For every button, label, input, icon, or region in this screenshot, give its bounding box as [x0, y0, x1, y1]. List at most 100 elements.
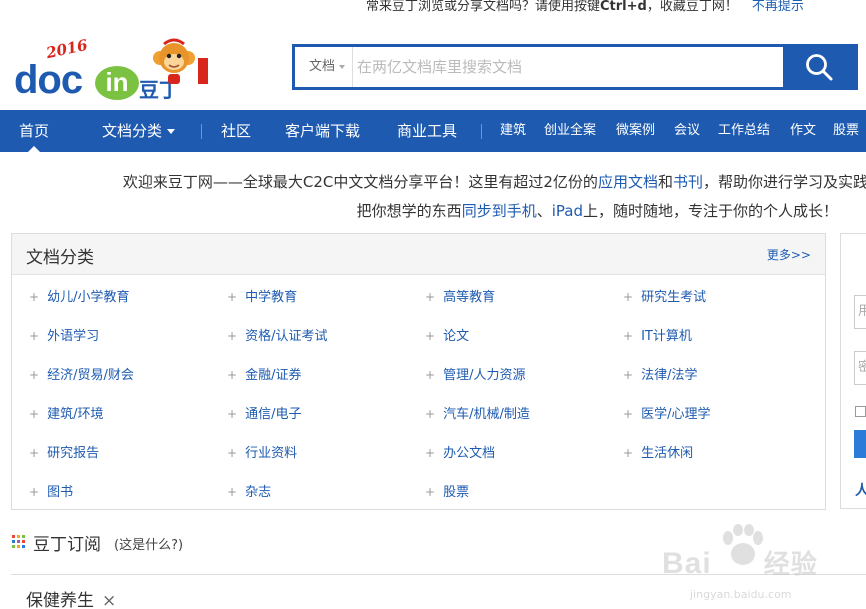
plus-icon: +	[29, 407, 40, 421]
search-button[interactable]	[783, 47, 855, 87]
category-item[interactable]: + 通信/电子	[227, 403, 301, 422]
category-item[interactable]: + 经济/贸易/财会	[29, 364, 134, 383]
watermark-url: jingyan.baidu.com	[690, 588, 792, 601]
nav-link-meeting[interactable]: 会议	[674, 110, 700, 152]
nav-link-startup[interactable]: 创业全案	[544, 110, 596, 152]
plus-icon: +	[29, 329, 40, 343]
login-panel: 用 密 人	[840, 233, 866, 509]
category-item[interactable]: + IT计算机	[623, 325, 692, 344]
watermark-text: Bai 经验	[662, 544, 818, 581]
nav-business[interactable]: 商业工具	[397, 110, 457, 152]
logo-doc: doc	[14, 58, 83, 102]
plus-icon: +	[227, 290, 238, 304]
welcome-text-part: ，帮助你进行学习及实践	[702, 173, 866, 191]
plus-icon: +	[623, 446, 634, 460]
plus-icon: +	[29, 368, 40, 382]
nav-link-stocks[interactable]: 股票	[833, 110, 859, 152]
category-item-label: 中学教育	[245, 290, 298, 305]
search-type-select[interactable]: 文档	[295, 47, 353, 87]
category-item-label: 论文	[443, 329, 470, 344]
category-item-label: 经济/贸易/财会	[47, 368, 134, 383]
plus-icon: +	[425, 329, 436, 343]
category-item-label: 管理/人力资源	[443, 368, 526, 383]
grid-dot	[12, 535, 15, 538]
category-item[interactable]: + 图书	[29, 481, 73, 500]
welcome-text-part: 欢迎来豆丁网——全球最大C2C中文文档分享平台！这里有超过2亿份的	[122, 173, 598, 191]
category-item[interactable]: + 金融/证券	[227, 364, 301, 383]
plus-icon: +	[227, 407, 238, 421]
ipad-link[interactable]: iPad	[552, 202, 583, 220]
monkey-mascot-icon	[153, 38, 195, 84]
category-item[interactable]: + 资格/认证考试	[227, 325, 327, 344]
search-bar: 文档	[292, 44, 858, 90]
nav-categories-label: 文档分类	[102, 122, 163, 140]
nav-link-essay[interactable]: 作文	[790, 110, 816, 152]
category-item[interactable]: + 杂志	[227, 481, 271, 500]
category-item[interactable]: + 中学教育	[227, 286, 297, 305]
category-item[interactable]: + 幼儿/小学教育	[29, 286, 129, 305]
category-item-label: 研究报告	[47, 446, 100, 461]
plus-icon: +	[623, 290, 634, 304]
category-item-label: 研究生考试	[641, 290, 707, 305]
docin-logo[interactable]: 2016 doc in 豆丁	[12, 36, 212, 102]
logo-in: in	[95, 66, 139, 100]
baidu-watermark: Bai 经验 jingyan.baidu.com	[660, 524, 866, 604]
grid-dot	[22, 540, 25, 543]
nav-download[interactable]: 客户端下载	[285, 110, 360, 152]
top-tip-dismiss-link[interactable]: 不再提示	[752, 0, 804, 14]
tag-label[interactable]: 保健养生	[26, 591, 94, 609]
plus-icon: +	[425, 290, 436, 304]
nav-link-work-summary[interactable]: 工作总结	[718, 110, 770, 152]
books-link[interactable]: 书刊	[673, 173, 703, 191]
subscribe-help-link[interactable]: (这是什么?)	[114, 534, 183, 553]
close-icon[interactable]: ×	[102, 591, 116, 609]
category-item[interactable]: + 高等教育	[425, 286, 495, 305]
search-input[interactable]	[357, 47, 783, 87]
plus-icon: +	[227, 368, 238, 382]
category-item[interactable]: + 研究生考试	[623, 286, 706, 305]
category-item[interactable]: + 研究报告	[29, 442, 99, 461]
category-item[interactable]: + 汽车/机械/制造	[425, 403, 530, 422]
category-item-label: 建筑/环境	[47, 407, 104, 422]
category-item[interactable]: + 论文	[425, 325, 469, 344]
grid-dot	[12, 545, 15, 548]
user-icon[interactable]: 人	[855, 480, 866, 500]
sync-phone-link[interactable]: 同步到手机	[462, 202, 537, 220]
username-field[interactable]: 用	[854, 295, 866, 329]
category-item[interactable]: + 建筑/环境	[29, 403, 103, 422]
nav-link-micro-case[interactable]: 微案例	[616, 110, 655, 152]
plus-icon: +	[29, 290, 40, 304]
login-button[interactable]	[854, 430, 866, 458]
nav-divider	[481, 124, 482, 139]
category-more-link[interactable]: 更多>>	[767, 246, 811, 263]
category-item-label: 外语学习	[47, 329, 100, 344]
logo-seal-icon	[198, 58, 208, 84]
subscription-tag: 保健养生 ×	[26, 586, 116, 609]
password-field[interactable]: 密	[854, 351, 866, 385]
plus-icon: +	[227, 446, 238, 460]
category-item[interactable]: + 医学/心理学	[623, 403, 710, 422]
nav-community[interactable]: 社区	[221, 110, 251, 152]
category-item[interactable]: + 办公文档	[425, 442, 495, 461]
category-item-label: IT计算机	[641, 329, 692, 344]
category-item[interactable]: + 生活休闲	[623, 442, 693, 461]
nav-home[interactable]: 首页	[19, 110, 49, 152]
category-item-label: 幼儿/小学教育	[47, 290, 130, 305]
chevron-down-icon	[339, 64, 346, 69]
plus-icon: +	[623, 368, 634, 382]
category-item[interactable]: + 行业资料	[227, 442, 297, 461]
welcome-text-part: 把你想学的东西	[356, 202, 462, 220]
category-item[interactable]: + 股票	[425, 481, 469, 500]
remember-checkbox[interactable]	[855, 406, 866, 417]
plus-icon: +	[425, 446, 436, 460]
category-item-label: 高等教育	[443, 290, 496, 305]
nav-categories[interactable]: 文档分类	[102, 110, 176, 152]
app-docs-link[interactable]: 应用文档	[598, 173, 658, 191]
category-item[interactable]: + 管理/人力资源	[425, 364, 525, 383]
category-item[interactable]: + 法律/法学	[623, 364, 697, 383]
nav-link-architecture[interactable]: 建筑	[500, 110, 526, 152]
category-item-label: 图书	[47, 485, 74, 500]
category-item-label: 汽车/机械/制造	[443, 407, 530, 422]
grid-dot	[17, 545, 20, 548]
category-item[interactable]: + 外语学习	[29, 325, 99, 344]
